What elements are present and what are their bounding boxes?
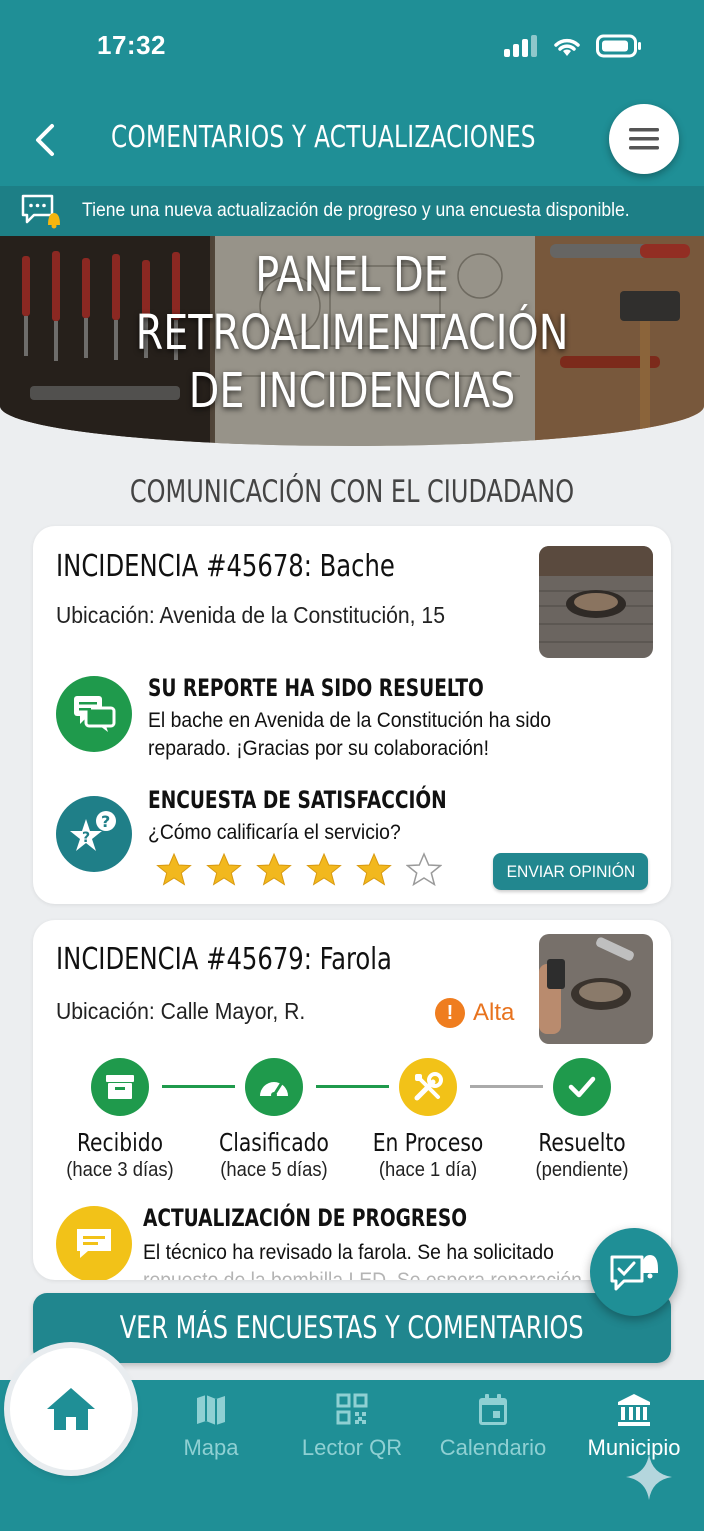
timeline-step-in-progress: En Proceso (hace 1 día) [353, 1058, 503, 1182]
survey-question-icon: ? ? [56, 796, 132, 872]
archive-box-icon [91, 1058, 149, 1116]
home-button[interactable] [10, 1348, 132, 1470]
chevron-left-icon [36, 124, 54, 156]
gauge-icon [245, 1058, 303, 1116]
progress-text-line1: El técnico ha revisado la farola. Se ha … [143, 1240, 554, 1264]
rating-stars[interactable] [156, 852, 442, 888]
timeline-step-classified: Clasificado (hace 5 días) [199, 1058, 349, 1182]
check-icon [553, 1058, 611, 1116]
notification-text: Tiene una nueva actualización de progres… [82, 199, 630, 221]
priority-badge: ! Alta [435, 998, 514, 1028]
feedback-fab[interactable] [590, 1228, 678, 1316]
resolved-text-line1: El bache en Avenida de la Constitución h… [148, 708, 552, 732]
back-button[interactable] [28, 120, 64, 160]
page-title: COMENTARIOS Y ACTUALIZACIONES [111, 120, 536, 155]
progress-text-line2: repuesto de la bombilla LED. Se espera r… [143, 1268, 582, 1280]
svg-text:?: ? [82, 830, 90, 846]
battery-icon [596, 34, 641, 58]
incident-location: Ubicación: Calle Mayor, R. [56, 998, 306, 1024]
hamburger-icon [629, 128, 659, 150]
incident-location: Ubicación: Avenida de la Constitución, 1… [56, 602, 445, 628]
progress-message-icon [56, 1206, 132, 1280]
survey-question: ¿Cómo calificaría el servicio? [148, 820, 401, 844]
star-empty-icon[interactable] [406, 852, 442, 888]
nav-municipality[interactable]: Municipio [564, 1393, 704, 1461]
nav-calendar[interactable]: Calendario [423, 1393, 563, 1461]
home-icon [47, 1388, 95, 1430]
chat-notification-icon [610, 1255, 658, 1291]
hero-title: PANEL DE RETROALIMENTACIÓN DE INCIDENCIA… [135, 247, 569, 419]
wifi-icon [554, 38, 580, 56]
notification-banner[interactable]: Tiene una nueva actualización de progres… [0, 186, 704, 236]
survey-heading: ENCUESTA DE SATISFACCIÓN [148, 786, 447, 814]
resolved-chat-icon [56, 676, 132, 752]
status-time: 17:32 [97, 30, 166, 60]
nav-qr-reader[interactable]: Lector QR [282, 1393, 422, 1461]
municipality-icon [618, 1394, 650, 1426]
status-icons [504, 34, 642, 58]
map-icon [197, 1395, 225, 1425]
app-header: COMENTARIOS Y ACTUALIZACIONES [0, 92, 704, 186]
more-surveys-button[interactable]: VER MÁS ENCUESTAS Y COMENTARIOS [33, 1293, 671, 1363]
incident-card[interactable]: INCIDENCIA #45679: Farola Ubicación: Cal… [33, 920, 671, 1280]
calendar-icon [479, 1394, 507, 1425]
timeline-step-received: Recibido (hace 3 días) [45, 1058, 195, 1182]
pothole-photo[interactable] [539, 546, 653, 658]
star-filled-icon[interactable] [156, 852, 192, 888]
incident-title: INCIDENCIA #45678: Bache [56, 549, 395, 584]
streetlight-photo[interactable] [539, 934, 653, 1044]
menu-button[interactable] [609, 104, 679, 174]
star-filled-icon[interactable] [206, 852, 242, 888]
incident-title: INCIDENCIA #45679: Farola [56, 942, 392, 977]
nav-map[interactable]: Mapa [141, 1393, 281, 1461]
resolved-text-line2: reparado. ¡Gracias por su colaboración! [148, 736, 489, 760]
section-title: COMUNICACIÓN CON EL CIUDADANO [129, 474, 575, 510]
resolved-heading: SU REPORTE HA SIDO RESUELTO [148, 674, 484, 702]
signal-icon [504, 35, 537, 57]
chat-bell-icon [21, 194, 60, 229]
incident-card[interactable]: INCIDENCIA #45678: Bache Ubicación: Aven… [33, 526, 671, 904]
svg-text:?: ? [101, 812, 110, 831]
star-filled-icon[interactable] [356, 852, 392, 888]
send-feedback-button[interactable]: ENVIAR OPINIÓN [493, 853, 648, 890]
alert-icon: ! [435, 998, 465, 1028]
tools-icon [399, 1058, 457, 1116]
sparkle-icon [626, 1454, 672, 1500]
hero-banner: PANEL DE RETROALIMENTACIÓN DE INCIDENCIA… [0, 236, 704, 446]
star-filled-icon[interactable] [306, 852, 342, 888]
star-filled-icon[interactable] [256, 852, 292, 888]
qr-icon [336, 1393, 368, 1425]
status-bar: 17:32 [0, 0, 704, 92]
timeline-step-resolved: Resuelto (pendiente) [507, 1058, 657, 1182]
progress-heading: ACTUALIZACIÓN DE PROGRESO [143, 1204, 468, 1232]
